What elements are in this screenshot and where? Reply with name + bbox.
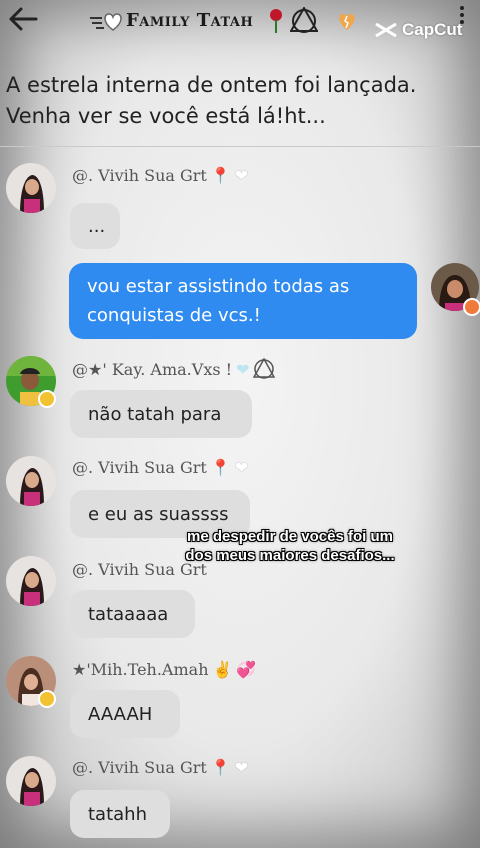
white-heart-icon: ❤: [234, 166, 249, 185]
triangle-circle-icon: [290, 7, 318, 33]
page-title[interactable]: Family Tatah: [126, 10, 253, 31]
avatar[interactable]: [6, 756, 56, 806]
back-arrow-icon[interactable]: [6, 4, 40, 34]
triangle-circle-icon: [253, 358, 276, 379]
message-line: conquistas de vcs.!: [87, 305, 261, 326]
white-heart-icon: ❤: [234, 758, 249, 777]
avatar[interactable]: [6, 456, 56, 506]
watermark-text: CapCut: [402, 20, 463, 39]
chat-header: Family Tatah CapCut: [0, 0, 480, 44]
pink-hearts-icon: 💞: [236, 660, 257, 679]
pin-icon: 📍: [210, 166, 231, 185]
message-bubble[interactable]: não tatah para: [70, 390, 252, 438]
avatar[interactable]: [6, 556, 56, 606]
video-caption: me despedir de vocês foi um dos meus mai…: [165, 527, 415, 565]
sender-name: @. Vivih Sua Grt 📍 ❤: [72, 458, 249, 477]
pin-icon: 📍: [210, 758, 231, 777]
light-blue-heart-icon: ❤: [236, 359, 250, 379]
caption-line: dos meus maiores desafios...: [185, 547, 395, 564]
white-heart-icon: ❤: [234, 458, 249, 477]
status-badge: [38, 390, 56, 408]
broken-heart-icon: [339, 14, 355, 30]
capcut-watermark: CapCut: [374, 20, 462, 40]
capcut-logo-icon: [375, 22, 397, 38]
kebab-menu-icon[interactable]: [458, 4, 466, 28]
status-badge: [463, 298, 480, 316]
status-badge: [38, 690, 56, 708]
sender-name: ★'Mih.Teh.Amah ✌ 💞: [72, 660, 257, 679]
rose-icon: [270, 9, 282, 33]
announcement-text[interactable]: A estrela interna de ontem foi lançada. …: [6, 70, 474, 132]
pin-icon: 📍: [210, 458, 231, 477]
avatar[interactable]: [6, 163, 56, 213]
sender-name: @. Vivih Sua Grt 📍 ❤: [72, 166, 249, 185]
white-heart-icon: [90, 13, 122, 31]
message-bubble[interactable]: tatahh: [70, 790, 170, 838]
caption-line: me despedir de vocês foi um: [187, 528, 393, 545]
title-icons: [268, 6, 358, 36]
message-bubble[interactable]: AAAAH: [70, 690, 180, 738]
divider: [0, 146, 480, 147]
sender-name: @. Vivih Sua Grt 📍 ❤: [72, 758, 249, 777]
sender-name: @★' Kay. Ama.Vxs ! ❤: [72, 358, 276, 380]
message-bubble[interactable]: ...: [70, 203, 120, 249]
message-line: vou estar assistindo todas as: [87, 276, 350, 297]
outgoing-message-bubble[interactable]: vou estar assistindo todas as conquistas…: [69, 263, 417, 339]
message-bubble[interactable]: tataaaaa: [70, 590, 195, 638]
fingers-crossed-icon: ✌: [212, 660, 233, 679]
